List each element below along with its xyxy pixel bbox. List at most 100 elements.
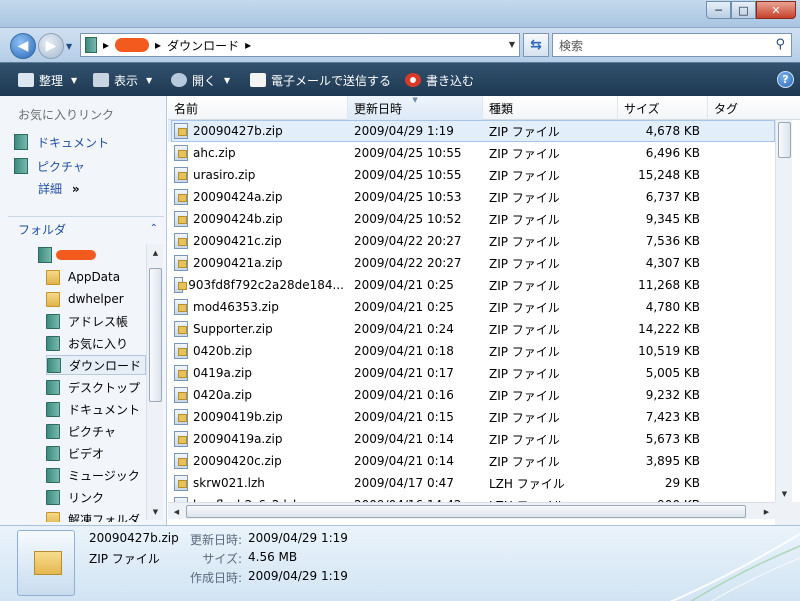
file-size: 6,496 KB [645, 146, 700, 160]
address-bar[interactable]: ▸ ▸ ダウンロード ▸ ▼ [80, 33, 520, 57]
tree-item-label: アドレス帳 [68, 314, 129, 329]
file-row[interactable]: 20090424a.zip 2009/04/25 10:53 ZIP ファイル 6,7… [168, 186, 775, 208]
burn-button[interactable]: 書き込む [405, 63, 474, 97]
breadcrumb-separator[interactable]: ▸ [155, 38, 161, 52]
organize-button[interactable]: 整理 ▼ [18, 63, 77, 97]
open-button[interactable]: 開く ▼ [171, 63, 230, 97]
file-size: 11,268 KB [638, 278, 700, 292]
archive-file-icon [174, 475, 188, 491]
address-dropdown-icon[interactable]: ▼ [509, 40, 515, 49]
file-row[interactable]: 903fd8f792c2a28de184... 2009/04/21 0:25 ZI… [168, 274, 775, 296]
details-pane: 20090427b.zip ZIP ファイル 更新日時: 2009/04/29 … [0, 525, 800, 601]
tree-item[interactable]: 解凍フォルダ [46, 509, 144, 522]
tree-item[interactable]: アドレス帳 [46, 311, 132, 331]
scroll-left-icon[interactable]: ◀ [168, 503, 185, 520]
address-bar-area: ◀ ▶ ▼ ▸ ▸ ダウンロード ▸ ▼ ⇆ 検索 ⚲ [0, 28, 800, 62]
archive-file-icon [174, 233, 188, 249]
file-name: 0419a.zip [193, 366, 252, 380]
folder-tree: AppData dwhelper アドレス帳お気に入り ダウンロード デスクトップ ドキュ… [8, 244, 146, 522]
breadcrumb-separator[interactable]: ▸ [245, 38, 251, 52]
tree-item[interactable]: ダウンロード [46, 355, 146, 375]
tree-item[interactable]: ミュージック [46, 465, 144, 485]
file-row[interactable]: 0419a.zip 2009/04/21 0:17 ZIP ファイル 5,005 KB [168, 362, 775, 384]
views-button[interactable]: 表示 ▼ [93, 63, 152, 97]
tree-item[interactable]: ピクチャ [46, 421, 120, 441]
favorite-label: ドキュメント [37, 135, 110, 150]
file-name-cell: urasiro.zip [174, 164, 344, 186]
horizontal-scroll-thumb[interactable] [186, 505, 746, 518]
file-name-cell: 0420a.zip [174, 384, 344, 406]
scroll-down-icon[interactable]: ▼ [776, 485, 793, 502]
file-name: 20090421c.zip [193, 234, 282, 248]
archive-file-icon [174, 145, 188, 161]
file-name: urasiro.zip [193, 168, 256, 182]
file-name-cell: ahc.zip [174, 142, 344, 164]
forward-button[interactable]: ▶ [38, 33, 64, 59]
maximize-button[interactable]: □ [731, 1, 756, 19]
help-button[interactable]: ? [777, 71, 794, 88]
file-row[interactable]: mod46353.zip 2009/04/21 0:25 ZIP ファイル 4,780… [168, 296, 775, 318]
tree-scroll-thumb[interactable] [149, 268, 162, 402]
file-list-vertical-scrollbar[interactable]: ▼ [775, 120, 792, 502]
refresh-button[interactable]: ⇆ [523, 33, 549, 57]
file-size: 9,345 KB [645, 212, 700, 226]
recent-pages-dropdown[interactable]: ▼ [66, 42, 72, 51]
close-button[interactable]: ✕ [756, 1, 796, 19]
file-row[interactable]: 20090421c.zip 2009/04/22 20:27 ZIP ファイル 7,5… [168, 230, 775, 252]
search-icon[interactable]: ⚲ [775, 37, 785, 52]
file-row[interactable]: 20090420c.zip 2009/04/21 0:14 ZIP ファイル 3,89… [168, 450, 775, 472]
file-name: 903fd8f792c2a28de184... [188, 278, 344, 292]
tree-scrollbar[interactable]: ▲ ▼ [146, 244, 163, 520]
tree-item[interactable]: AppData [46, 267, 124, 287]
file-row[interactable]: bugflash2_6_2.lzh 2009/04/16 14:42LZH ファイ… [168, 494, 775, 502]
file-row[interactable]: 0420a.zip 2009/04/21 0:16 ZIP ファイル 9,232 KB [168, 384, 775, 406]
tree-item[interactable]: デスクトップ [46, 377, 144, 397]
file-row[interactable]: skrw021.lzh 2009/04/17 0:47 LZH ファイル 29 KB [168, 472, 775, 494]
tree-item[interactable]: ビデオ [46, 443, 108, 463]
favorite-link-pictures[interactable]: ピクチャ [14, 156, 85, 176]
column-type[interactable]: 種類 [483, 96, 618, 120]
file-name: ahc.zip [193, 146, 236, 160]
file-name: mod46353.zip [193, 300, 279, 314]
scroll-up-icon[interactable]: ▲ [147, 244, 164, 261]
minimize-button[interactable]: ─ [706, 1, 731, 19]
file-row[interactable]: ahc.zip 2009/04/25 10:55 ZIP ファイル 6,496 KB [168, 142, 775, 164]
email-button[interactable]: 電子メールで送信する [250, 63, 391, 97]
file-list-horizontal-scrollbar[interactable]: ◀ ▶ [168, 502, 775, 519]
file-name-cell: Supporter.zip [174, 318, 344, 340]
file-type: ZIP ファイル [489, 168, 560, 183]
breadcrumb-downloads[interactable]: ダウンロード [167, 37, 239, 54]
column-size[interactable]: サイズ [618, 96, 708, 120]
archive-file-icon [174, 255, 188, 271]
file-row[interactable]: 20090419a.zip 2009/04/21 0:14 ZIP ファイル 5,67… [168, 428, 775, 450]
file-date: 2009/04/25 10:55 [354, 168, 462, 182]
tree-item[interactable]: ドキュメント [46, 399, 144, 419]
file-row[interactable]: 20090424b.zip 2009/04/25 10:52 ZIP ファイル 9,3… [168, 208, 775, 230]
file-name: 20090424b.zip [193, 212, 283, 226]
vertical-scroll-thumb[interactable] [778, 122, 791, 158]
favorite-link-documents[interactable]: ドキュメント [14, 132, 109, 152]
column-name[interactable]: 名前 [168, 96, 348, 120]
column-tags[interactable]: タグ [708, 96, 800, 120]
tree-item[interactable]: リンク [46, 487, 108, 507]
file-row[interactable]: 20090427b.zip 2009/04/29 1:19 ZIP ファイル 4,67… [168, 120, 775, 142]
folders-header[interactable]: フォルダ ⌃ [8, 216, 164, 242]
redacted-username[interactable] [115, 38, 150, 52]
details-size-value: 4.56 MB [248, 550, 298, 564]
more-links-button[interactable]: 詳細 » [38, 180, 80, 197]
file-row[interactable]: 20090419b.zip 2009/04/21 0:15 ZIP ファイル 7,42… [168, 406, 775, 428]
file-row[interactable]: urasiro.zip 2009/04/25 10:55 ZIP ファイル 15,24… [168, 164, 775, 186]
search-input[interactable]: 検索 ⚲ [552, 33, 792, 57]
tree-user-folder[interactable] [38, 246, 96, 264]
scroll-down-icon[interactable]: ▼ [147, 503, 164, 520]
back-button[interactable]: ◀ [10, 33, 36, 59]
tree-item[interactable]: お気に入り [46, 333, 132, 353]
tree-item[interactable]: dwhelper [46, 289, 128, 309]
scroll-right-icon[interactable]: ▶ [758, 503, 775, 520]
file-row[interactable]: 20090421a.zip 2009/04/22 20:27 ZIP ファイル 4,3… [168, 252, 775, 274]
file-row[interactable]: Supporter.zip 2009/04/21 0:24 ZIP ファイル 14,2… [168, 318, 775, 340]
file-row[interactable]: 0420b.zip 2009/04/21 0:18 ZIP ファイル 10,519 K… [168, 340, 775, 362]
archive-file-icon [174, 211, 188, 227]
column-date[interactable]: ▼ 更新日時 [348, 96, 483, 120]
breadcrumb-separator[interactable]: ▸ [103, 38, 109, 52]
